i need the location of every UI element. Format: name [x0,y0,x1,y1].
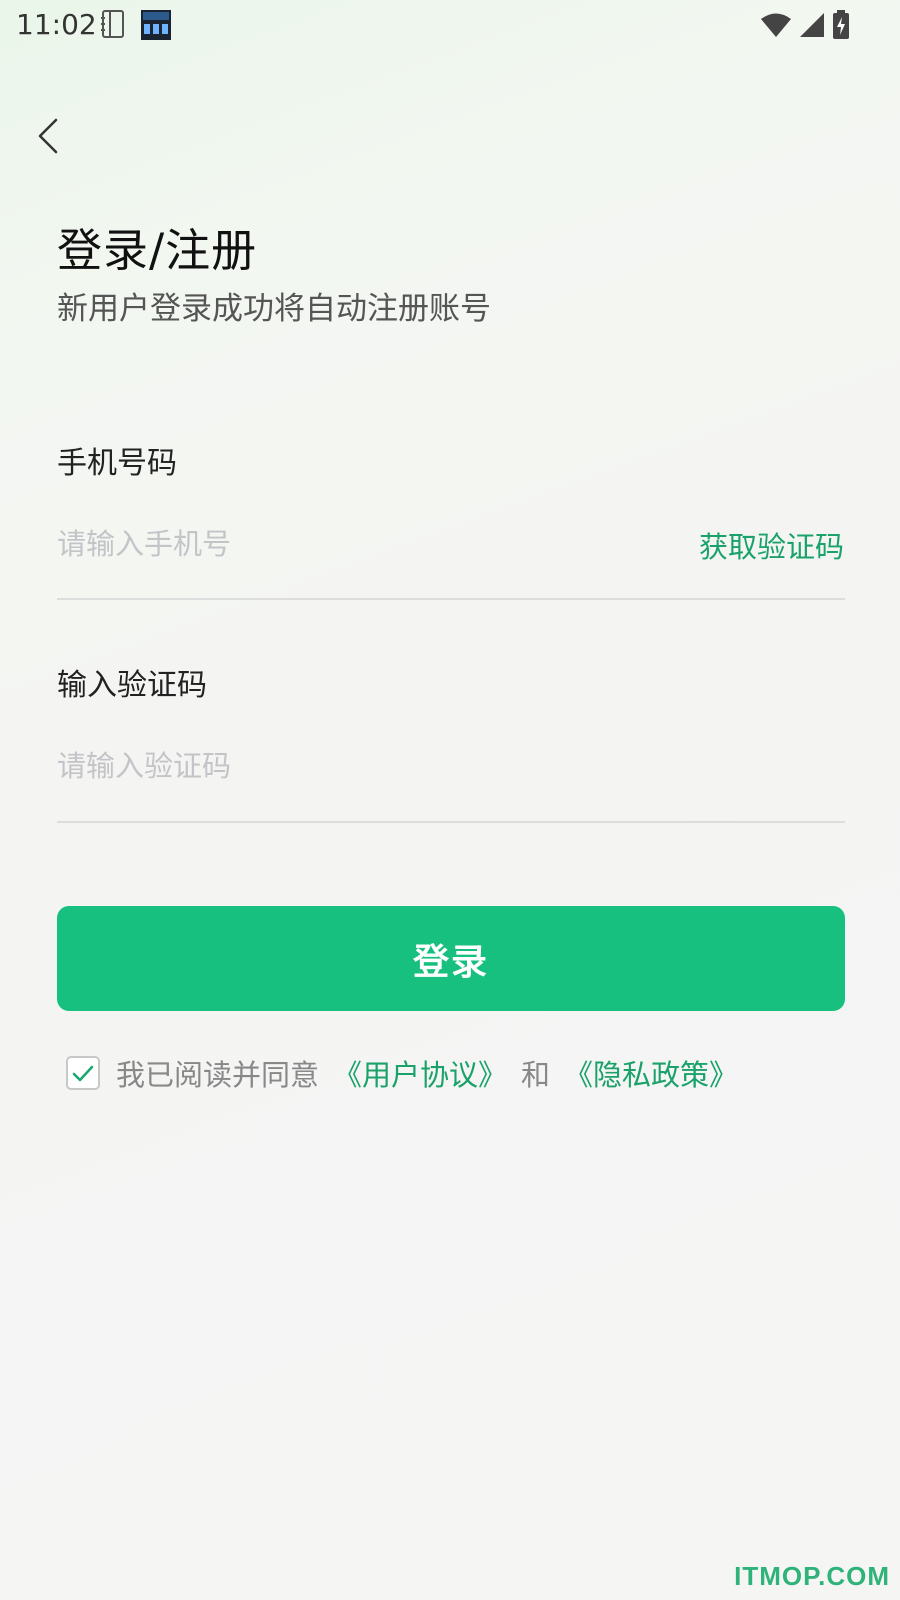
code-label: 输入验证码 [57,668,207,703]
user-agreement-link[interactable]: 《用户协议》 [333,1052,507,1094]
phone-divider [57,598,845,600]
privacy-policy-link[interactable]: 《隐私政策》 [564,1052,738,1094]
status-bar: 11:02 [0,0,900,50]
login-button[interactable]: 登录 [57,906,845,1011]
cellular-signal-icon [798,12,826,42]
page-subtitle: 新用户登录成功将自动注册账号 [57,291,491,327]
page-title: 登录/注册 [57,224,258,277]
code-divider [57,821,845,823]
wifi-icon [760,12,792,42]
battery-charging-icon [832,10,850,44]
notebook-icon [100,10,126,42]
watermark-text: ITMOP.COM [734,1561,890,1591]
agreement-text: 我已阅读并同意 [116,1058,320,1092]
get-code-button[interactable]: 获取验证码 [699,524,844,566]
phone-label: 手机号码 [57,446,177,481]
agreement-conjunction: 和 [521,1058,551,1092]
back-button[interactable] [26,116,70,160]
status-time: 11:02 [16,8,97,41]
status-icons [760,10,850,44]
phone-input[interactable] [57,522,657,566]
agreement-row: 我已阅读并同意 《用户协议》 和 《隐私政策》 [66,1052,752,1094]
clock-widget-icon [141,10,171,44]
chevron-left-icon [36,118,60,158]
code-input[interactable] [57,744,817,788]
agreement-checkbox[interactable] [66,1056,100,1090]
checkmark-icon [72,1056,94,1090]
